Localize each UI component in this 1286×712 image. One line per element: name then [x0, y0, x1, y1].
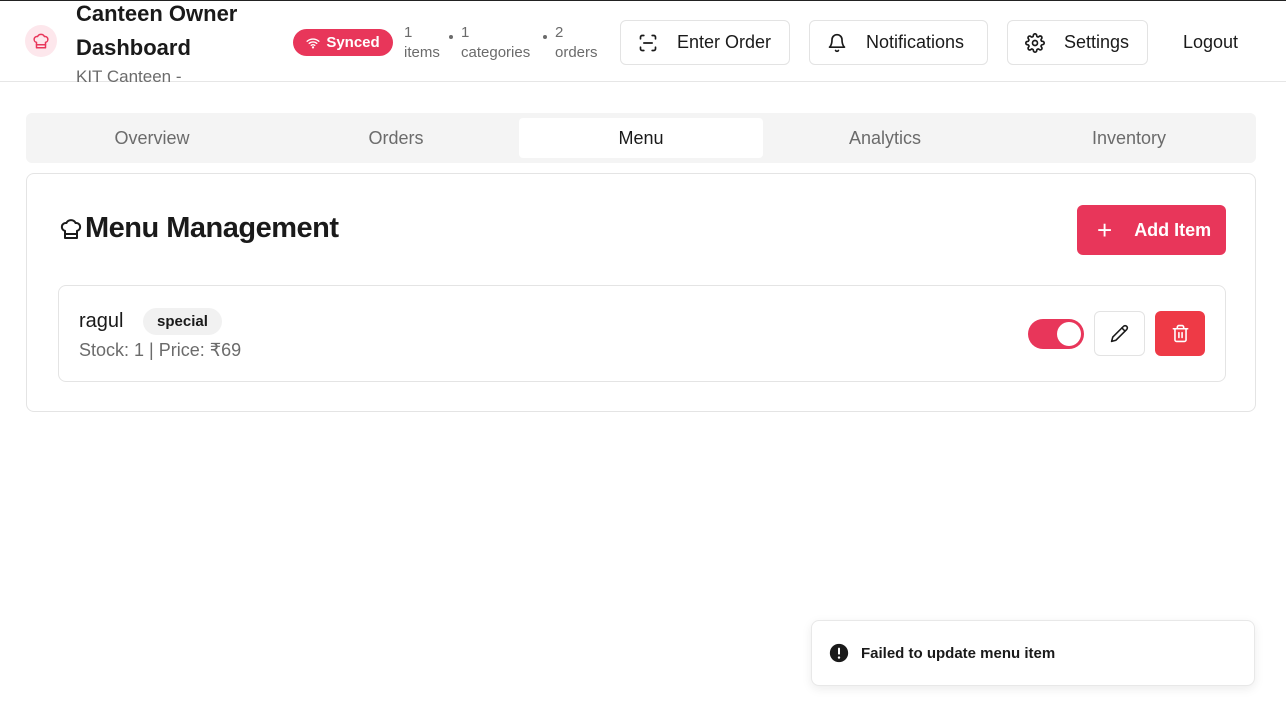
tab-inventory[interactable]: Inventory: [1007, 118, 1251, 158]
menu-management-card: Menu Management + Add Item ragul special…: [26, 173, 1256, 412]
chef-hat-icon: [25, 25, 57, 57]
pencil-icon: [1110, 324, 1129, 343]
toast-message: Failed to update menu item: [861, 644, 1056, 662]
trash-icon: [1172, 324, 1188, 343]
alert-circle-icon: [829, 643, 849, 663]
scan-icon: [637, 32, 659, 54]
tab-bar: Overview Orders Menu Analytics Inventory: [26, 113, 1256, 163]
gear-icon: [1024, 32, 1046, 54]
app-header: Canteen Owner Dashboard KIT Canteen - Sy…: [0, 1, 1286, 86]
tab-orders[interactable]: Orders: [274, 118, 518, 158]
toggle-knob: [1057, 322, 1081, 346]
tab-overview[interactable]: Overview: [30, 118, 274, 158]
notifications-button[interactable]: Notifications: [809, 20, 988, 65]
logout-button[interactable]: Logout: [1183, 32, 1238, 53]
availability-toggle[interactable]: [1028, 319, 1084, 349]
item-stock-price: Stock: 1 | Price: ₹69: [79, 340, 242, 360]
delete-item-button[interactable]: [1155, 311, 1205, 356]
tab-analytics[interactable]: Analytics: [763, 118, 1007, 158]
item-name: ragul: [79, 310, 124, 332]
error-toast: Failed to update menu item: [811, 620, 1255, 686]
sync-status-label: Synced: [326, 34, 380, 51]
tab-menu[interactable]: Menu: [519, 118, 763, 158]
canteen-name: KIT Canteen -: [76, 67, 182, 86]
orders-count: 2 orders: [555, 24, 598, 61]
separator-dot: [449, 35, 453, 39]
category-badge: special: [143, 308, 222, 335]
bell-icon: [826, 32, 848, 54]
enter-order-button[interactable]: Enter Order: [620, 20, 790, 65]
sync-status-badge: Synced: [293, 29, 393, 56]
section-title: Menu Management: [59, 212, 339, 245]
page-title: Canteen Owner Dashboard: [76, 1, 238, 60]
chef-hat-icon: [60, 218, 82, 239]
add-item-button[interactable]: + Add Item: [1077, 205, 1226, 255]
items-count: 1 items: [404, 24, 440, 61]
categories-count: 1 categories: [461, 24, 531, 61]
plus-icon: +: [1097, 215, 1113, 245]
edit-item-button[interactable]: [1094, 311, 1145, 356]
separator-dot: [543, 35, 547, 39]
settings-button[interactable]: Settings: [1007, 20, 1148, 65]
wifi-icon: [306, 37, 320, 49]
menu-item-row: ragul special Stock: 1 | Price: ₹69: [58, 285, 1226, 382]
